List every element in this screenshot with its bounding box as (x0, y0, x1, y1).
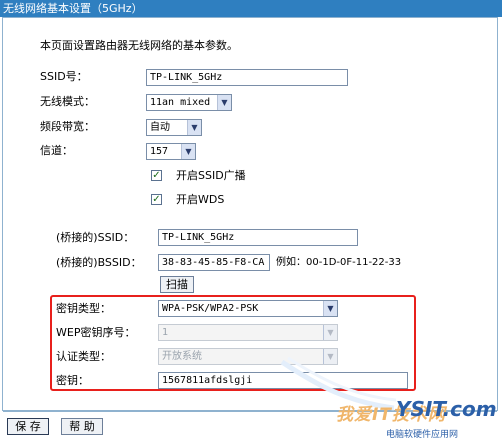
wep-index-label: WEP密钥序号： (56, 326, 136, 339)
save-button[interactable]: 保 存 (7, 418, 49, 435)
bandwidth-label: 频段带宽： (40, 120, 95, 133)
chevron-down-icon[interactable]: ▼ (323, 301, 337, 316)
intro-text: 本页面设置路由器无线网络的基本参数。 (40, 39, 238, 52)
auth-type-select-value: 开放系统 (162, 351, 202, 362)
chevron-down-icon[interactable]: ▼ (181, 144, 195, 159)
bandwidth-select-value: 自动 (150, 122, 170, 133)
channel-select-value: 157 (150, 146, 169, 157)
chevron-down-icon[interactable]: ▼ (217, 95, 231, 110)
key-type-select[interactable]: WPA-PSK/WPA2-PSK ▼ (158, 300, 338, 317)
checkmark-icon: ✓ (152, 194, 161, 205)
bandwidth-select[interactable]: 自动 ▼ (146, 119, 202, 136)
help-button[interactable]: 帮 助 (61, 418, 103, 435)
wep-index-select-value: 1 (162, 327, 169, 338)
auth-type-label: 认证类型： (56, 350, 111, 363)
key-type-select-value: WPA-PSK/WPA2-PSK (162, 303, 259, 314)
bridge-ssid-label: (桥接的)SSID： (56, 231, 135, 244)
watermark-subtitle: 电脑软硬件应用网 (386, 430, 459, 440)
channel-label: 信道： (40, 144, 73, 157)
bridge-bssid-label: (桥接的)BSSID： (56, 256, 142, 269)
wep-index-select: 1 ▼ (158, 324, 338, 341)
mode-select-value: 11an mixed (150, 97, 211, 108)
chevron-down-icon: ▼ (323, 325, 337, 340)
wds-checkbox[interactable]: ✓ (151, 194, 162, 205)
bridge-bssid-input[interactable]: 38-83-45-85-F8-CA (158, 254, 270, 271)
chevron-down-icon[interactable]: ▼ (187, 120, 201, 135)
ssid-label: SSID号： (40, 70, 88, 83)
wds-label: 开启WDS (176, 193, 225, 206)
ssid-broadcast-label: 开启SSID广播 (176, 169, 246, 182)
checkmark-icon: ✓ (152, 170, 161, 181)
scan-button[interactable]: 扫描 (160, 276, 194, 293)
mode-label: 无线模式： (40, 95, 95, 108)
key-label: 密钥： (56, 374, 89, 387)
watermark-site: YSIT.com (396, 397, 497, 421)
ssid-broadcast-checkbox[interactable]: ✓ (151, 170, 162, 181)
window-title: 无线网络基本设置（5GHz） (0, 0, 502, 17)
mode-select[interactable]: 11an mixed ▼ (146, 94, 232, 111)
bssid-example-text: 例如：00-1D-0F-11-22-33 (276, 257, 402, 268)
bridge-ssid-input[interactable]: TP-LINK_5GHz (158, 229, 358, 246)
channel-select[interactable]: 157 ▼ (146, 143, 196, 160)
ssid-input[interactable]: TP-LINK_5GHz (146, 69, 348, 86)
key-type-label: 密钥类型： (56, 302, 111, 315)
